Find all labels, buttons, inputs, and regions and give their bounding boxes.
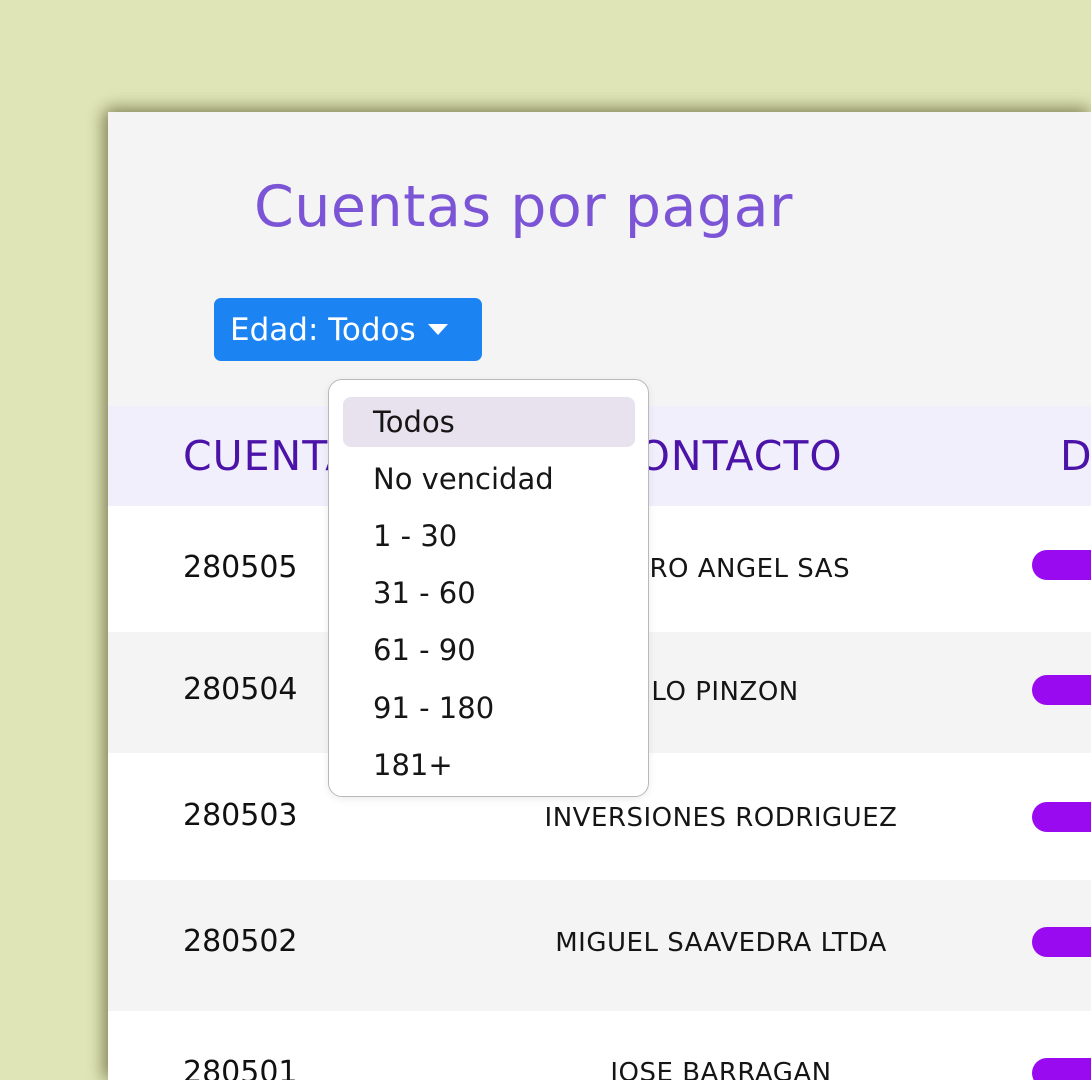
- caret-down-icon: [427, 324, 448, 335]
- contact-name: MIGUEL SAAVEDRA LTDA: [555, 928, 887, 958]
- age-option-91-180[interactable]: 91 - 180: [343, 683, 635, 733]
- status-badge: [1032, 675, 1091, 705]
- status-badge: [1032, 927, 1091, 957]
- age-filter-dropdown: Todos No vencidad 1 - 30 31 - 60 61 - 90…: [328, 379, 649, 797]
- age-option-no-vencidad[interactable]: No vencidad: [343, 454, 635, 504]
- age-option-181-plus[interactable]: 181+: [343, 740, 635, 790]
- age-option-31-60[interactable]: 31 - 60: [343, 568, 635, 618]
- contact-name: JOSE BARRAGAN: [610, 1058, 832, 1080]
- status-badge: [1032, 802, 1091, 832]
- age-filter-button[interactable]: Edad: Todos: [214, 298, 482, 361]
- status-badge: [1032, 1058, 1091, 1080]
- age-option-1-30[interactable]: 1 - 30: [343, 511, 635, 561]
- table-row[interactable]: 280501 JOSE BARRAGAN: [108, 1011, 1091, 1080]
- account-code: 280503: [183, 798, 298, 833]
- age-filter-label: Edad: Todos: [230, 311, 416, 348]
- age-option-todos[interactable]: Todos: [343, 397, 635, 447]
- account-code: 280501: [183, 1055, 298, 1080]
- page-title: Cuentas por pagar: [254, 174, 793, 240]
- column-header-d[interactable]: D: [1060, 432, 1091, 480]
- age-option-61-90[interactable]: 61 - 90: [343, 625, 635, 675]
- status-badge: [1032, 550, 1091, 580]
- table-row[interactable]: 280502 MIGUEL SAAVEDRA LTDA: [108, 880, 1091, 1011]
- account-code: 280504: [183, 672, 298, 707]
- account-code: 280505: [183, 550, 298, 585]
- contact-name: INVERSIONES RODRIGUEZ: [544, 803, 898, 833]
- account-code: 280502: [183, 924, 298, 959]
